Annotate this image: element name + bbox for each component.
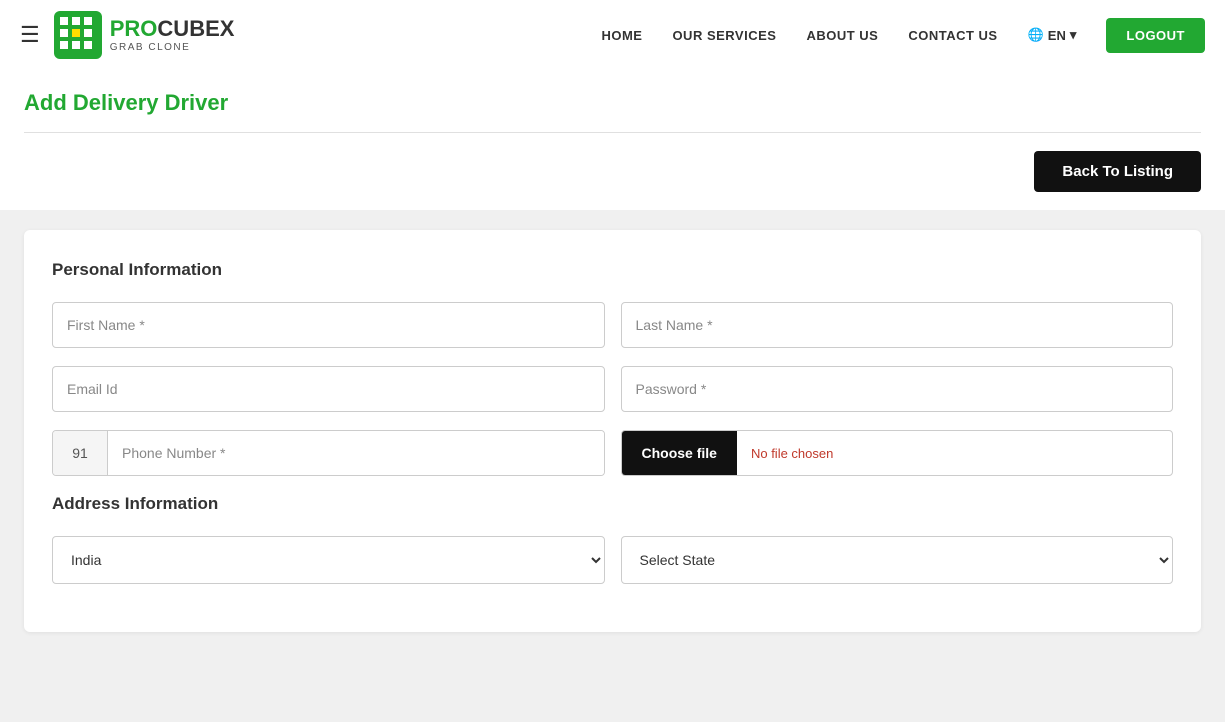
name-row xyxy=(52,302,1173,348)
nav-about-us[interactable]: ABOUT US xyxy=(806,28,878,43)
back-to-listing-button[interactable]: Back To Listing xyxy=(1034,151,1201,192)
page-title: Add Delivery Driver xyxy=(24,90,1201,133)
address-section: Address Information India Select State xyxy=(52,494,1173,584)
state-select[interactable]: Select State xyxy=(621,536,1174,584)
logo-icon xyxy=(54,11,102,59)
lang-chevron-icon: ▾ xyxy=(1070,27,1077,43)
logo-text: PROCUBEX GRAB CLONE xyxy=(110,17,235,52)
phone-country-code: 91 xyxy=(53,431,108,475)
form-card: Personal Information 91 xyxy=(24,230,1201,632)
last-name-input[interactable] xyxy=(621,302,1174,348)
email-group xyxy=(52,366,605,412)
language-selector[interactable]: 🌐 EN ▾ xyxy=(1028,27,1077,43)
file-status-text: No file chosen xyxy=(737,432,847,475)
hamburger-menu[interactable]: ☰ xyxy=(20,22,40,48)
last-name-group xyxy=(621,302,1174,348)
logout-button[interactable]: LOGOUT xyxy=(1106,18,1205,53)
navbar: ☰ PROCUBEX GRAB CLONE HOME OUR SERVICES … xyxy=(0,0,1225,70)
country-state-row: India Select State xyxy=(52,536,1173,584)
form-area: Personal Information 91 xyxy=(0,210,1225,672)
personal-info-title: Personal Information xyxy=(52,260,1173,280)
state-group: Select State xyxy=(621,536,1174,584)
nav-our-services[interactable]: OUR SERVICES xyxy=(672,28,776,43)
country-group: India xyxy=(52,536,605,584)
main-nav: HOME OUR SERVICES ABOUT US CONTACT US 🌐 … xyxy=(601,18,1205,53)
file-upload-group: Choose file No file chosen xyxy=(621,430,1174,476)
choose-file-button[interactable]: Choose file xyxy=(622,431,737,475)
email-password-row xyxy=(52,366,1173,412)
address-info-title: Address Information xyxy=(52,494,1173,514)
nav-contact-us[interactable]: CONTACT US xyxy=(908,28,997,43)
phone-input[interactable] xyxy=(108,431,604,475)
password-input[interactable] xyxy=(621,366,1174,412)
nav-home[interactable]: HOME xyxy=(601,28,642,43)
phone-group: 91 xyxy=(52,430,605,476)
lang-label: EN xyxy=(1048,28,1066,43)
first-name-group xyxy=(52,302,605,348)
logo[interactable]: PROCUBEX GRAB CLONE xyxy=(54,11,235,59)
page-actions: Back To Listing xyxy=(0,133,1225,210)
globe-icon: 🌐 xyxy=(1028,27,1044,43)
phone-file-row: 91 Choose file No file chosen xyxy=(52,430,1173,476)
first-name-input[interactable] xyxy=(52,302,605,348)
email-input[interactable] xyxy=(52,366,605,412)
page-header: Add Delivery Driver xyxy=(0,70,1225,133)
country-select[interactable]: India xyxy=(52,536,605,584)
password-group xyxy=(621,366,1174,412)
